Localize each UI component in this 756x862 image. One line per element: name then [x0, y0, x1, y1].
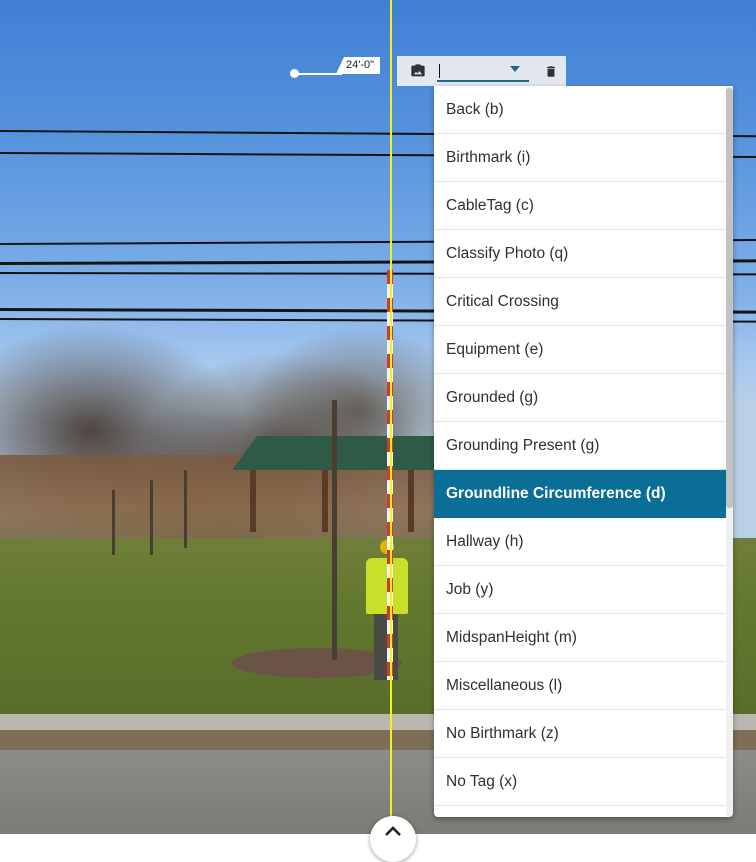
dropdown-option-groundline-circumference[interactable]: Groundline Circumference (d)	[434, 470, 726, 518]
dropdown-option-critical-crossing[interactable]: Critical Crossing	[434, 278, 726, 326]
chevron-up-icon	[384, 824, 402, 862]
dropdown-option-hallway[interactable]: Hallway (h)	[434, 518, 726, 566]
dropdown-option-back[interactable]: Back (b)	[434, 86, 726, 134]
dropdown-option-equipment[interactable]: Equipment (e)	[434, 326, 726, 374]
dropdown-option-birthmark[interactable]: Birthmark (i)	[434, 134, 726, 182]
arrow-drop-down-icon[interactable]	[510, 66, 520, 72]
annotation-toolbar	[397, 56, 566, 86]
dropdown-option-cabletag[interactable]: CableTag (c)	[434, 182, 726, 230]
text-caret	[439, 64, 440, 78]
measure-leader-line	[296, 73, 342, 75]
worker-legs	[374, 614, 398, 680]
pavilion-post	[250, 470, 256, 532]
photo-library-icon[interactable]	[410, 63, 426, 79]
tree-trunk	[332, 400, 337, 660]
scrollbar-thumb[interactable]	[726, 88, 733, 508]
category-dropdown: Back (b) Birthmark (i) CableTag (c) Clas…	[434, 86, 733, 817]
measure-handle[interactable]	[290, 69, 299, 78]
dropdown-option-classify-photo[interactable]: Classify Photo (q)	[434, 230, 726, 278]
dropdown-scrollbar[interactable]	[726, 86, 733, 817]
dropdown-option-no-tag[interactable]: No Tag (x)	[434, 758, 726, 806]
dropdown-option-grounded[interactable]: Grounded (g)	[434, 374, 726, 422]
pavilion-post	[322, 470, 328, 532]
dropdown-list: Back (b) Birthmark (i) CableTag (c) Clas…	[434, 86, 726, 806]
pavilion-post	[408, 470, 414, 532]
dropdown-option-midspanheight[interactable]: MidspanHeight (m)	[434, 614, 726, 662]
height-measure-line[interactable]	[390, 0, 392, 834]
tree-trunk	[150, 480, 153, 555]
dropdown-option-grounding-present[interactable]: Grounding Present (g)	[434, 422, 726, 470]
tree-trunk	[184, 470, 187, 548]
dropdown-option-job[interactable]: Job (y)	[434, 566, 726, 614]
trash-icon[interactable]	[543, 63, 559, 79]
expand-panel-button[interactable]	[370, 816, 416, 862]
dropdown-option-miscellaneous[interactable]: Miscellaneous (l)	[434, 662, 726, 710]
pavilion-roof	[232, 436, 442, 470]
tree-trunk	[112, 490, 115, 555]
dropdown-option-no-birthmark[interactable]: No Birthmark (z)	[434, 710, 726, 758]
